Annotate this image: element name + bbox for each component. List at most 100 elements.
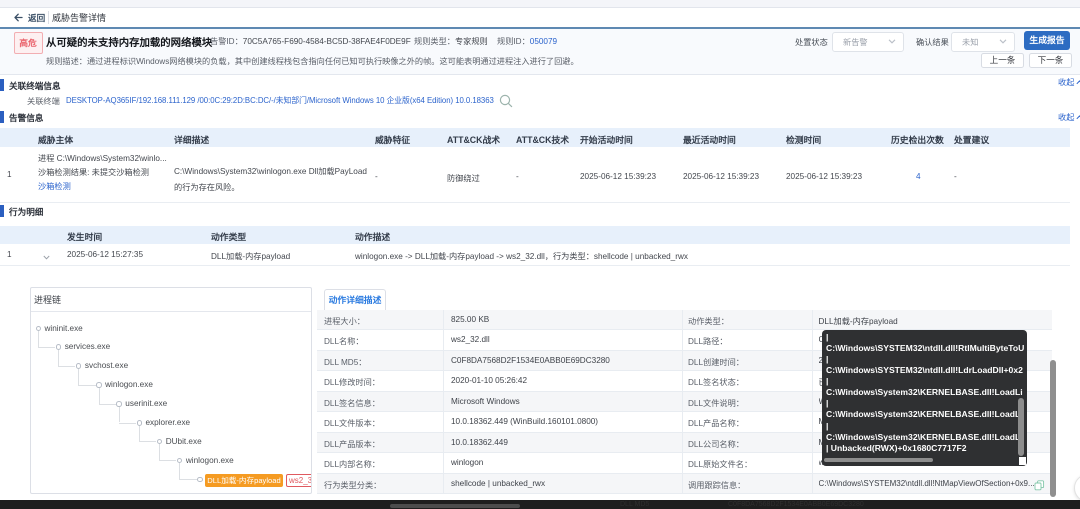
process-node-label[interactable]: wininit.exe: [45, 324, 83, 333]
callstack-line: C:\Windows\System32\KERNELBASE.dll!LoadL…: [826, 431, 1023, 442]
detail-label: 调用跟踪信息：: [688, 480, 746, 490]
alert-title-wrap: 从可疑的未支持内存加载的网络模块: [46, 34, 213, 49]
detail-row: 行为类型分类： shellcode | unbacked_rwx 调用跟踪信息：…: [317, 473, 1052, 494]
cell-action-desc: winlogon.exe -> DLL加载-内存payload -> ws2_3…: [355, 252, 688, 261]
confirm-result-select[interactable]: 未知: [951, 32, 1015, 52]
alert-collapse-link[interactable]: 收起: [1058, 112, 1080, 122]
confirm-result-value: 未知: [962, 37, 979, 47]
cell-start-time: 2025-06-12 15:39:23: [580, 172, 657, 181]
tree-connector: [78, 368, 80, 385]
row-index: 1: [7, 250, 12, 259]
search-icon[interactable]: [499, 94, 513, 108]
cell-detect-time: 2025-06-12 15:39:23: [786, 172, 863, 181]
bottom-scrollbar-thumb[interactable]: [390, 504, 520, 508]
callstack-line: |: [826, 398, 829, 409]
cell-divider: [443, 453, 444, 474]
rule-type-group: 规则类型： 专家规则: [414, 35, 488, 47]
process-node-icon: [197, 476, 203, 483]
detail-label: DLL名称：: [324, 337, 364, 347]
process-node-label[interactable]: explorer.exe: [146, 418, 191, 427]
alert-title: 从可疑的未支持内存加载的网络模块: [46, 37, 213, 49]
process-node-label[interactable]: userinit.exe: [125, 399, 167, 408]
rule-id-label: 规则ID：: [497, 37, 530, 46]
tree-connector: [179, 479, 197, 481]
callstack-lines: | C:\Windows\SYSTEM32\ntdll.dll!RtlMultiB…: [826, 332, 1027, 455]
chevron-down-icon: [888, 39, 896, 44]
cell-occur-time: 2025-06-12 15:27:35: [67, 250, 144, 259]
cell-divider: [682, 310, 683, 331]
callstack-line: C:\Windows\SYSTEM32\ntdll.dll!RtlMultiBy…: [826, 342, 1025, 353]
behavior-table-row[interactable]: 1 2025-06-12 15:27:35 DLL加载-内存payload wi…: [0, 244, 1070, 266]
tooltip-hscrollbar[interactable]: [824, 457, 933, 462]
terminal-collapse-link[interactable]: 收起: [1058, 77, 1080, 87]
process-node-label[interactable]: services.exe: [65, 342, 111, 351]
callstack-line: C:\Windows\System32\KERNELBASE.dll!LoadL…: [826, 409, 1023, 420]
detail-label: DLL修改时间：: [324, 378, 380, 388]
sandbox-detect-link[interactable]: 沙箱检测: [38, 180, 71, 192]
tree-connector: [139, 441, 157, 443]
next-alert-button[interactable]: 下一条: [1029, 53, 1072, 68]
tree-connector: [139, 425, 140, 442]
detail-value: shellcode | unbacked_rwx: [451, 478, 546, 488]
detail-value: winlogon: [451, 458, 484, 468]
tree-connector: [38, 331, 39, 347]
cell-divider: [682, 412, 683, 433]
severity-badge: 高危: [13, 32, 43, 54]
col-threat-subject: 威胁主体: [38, 135, 74, 145]
history-count-link[interactable]: 4: [916, 172, 921, 181]
cell-divider: [682, 350, 683, 372]
expand-row-icon[interactable]: [42, 255, 50, 260]
cell-divider: [682, 432, 683, 454]
tooltip-vscrollbar[interactable]: [1017, 398, 1024, 456]
detail-label: DLL公司名称：: [688, 439, 744, 449]
cell-divider: [443, 310, 444, 331]
cell-divider: [812, 473, 813, 494]
cell-divider: [443, 412, 444, 433]
dll-badge[interactable]: ws2_3: [286, 474, 311, 487]
alert-table-row[interactable]: 1 进程 C:\Windows\System32\winlo... 沙箱检测结果…: [0, 147, 1070, 203]
alert-id-value: 70C5A765-F690-4584-BC5D-38FAE4F0DE9F: [242, 36, 411, 46]
process-node-label[interactable]: winlogon.exe: [186, 456, 234, 465]
process-node-label[interactable]: winlogon.exe: [105, 380, 153, 389]
payload-badge[interactable]: DLL加载-内存payload: [205, 473, 283, 487]
alert-header-block: 高危 从可疑的未支持内存加载的网络模块 告警ID： 70C5A765-F690-…: [0, 29, 1080, 75]
scrollbar-thumb[interactable]: [1050, 360, 1056, 497]
subject-line1: 进程 C:\Windows\System32\winlo...: [38, 154, 167, 163]
tree-connector: [179, 463, 181, 480]
detail-label: DLL内部名称：: [324, 460, 380, 470]
ghost-text: C0F8DA7568D2F1534E0ABB0E69DC3280: [728, 501, 864, 508]
prev-alert-button[interactable]: 上一条: [981, 53, 1024, 68]
terminal-label: 关联终端: [27, 97, 60, 106]
process-node-label[interactable]: DUbit.exe: [166, 437, 202, 446]
detail-label: 行为类型分类：: [324, 480, 382, 490]
cell-divider: [682, 330, 683, 351]
terminal-link[interactable]: DESKTOP-AQ365IF/192.168.111.129 /00:0C:2…: [66, 95, 494, 106]
dispose-status-label: 处置状态: [795, 38, 828, 47]
back-button[interactable]: 返回: [14, 8, 45, 27]
copy-icon[interactable]: [1034, 480, 1045, 491]
rule-id-group: 规则ID： 050079: [497, 35, 557, 47]
tree-connector: [58, 349, 60, 366]
generate-report-button[interactable]: 生成报告: [1024, 31, 1070, 50]
col-history-count: 历史检出次数: [891, 135, 944, 145]
floating-button[interactable]: [1074, 474, 1080, 502]
detail-value: C:\Windows\SYSTEM32\ntdll.dll!NtMapViewO…: [818, 479, 1034, 489]
tree-connector: [159, 444, 161, 461]
cell-divider: [443, 350, 444, 372]
detail-value: Microsoft Windows: [451, 396, 520, 406]
cell-divider: [812, 391, 813, 413]
dispose-status-select[interactable]: 新告警: [832, 32, 904, 52]
row-index: 1: [7, 170, 12, 179]
terminal-section-title: 关联终端信息: [9, 81, 61, 91]
confirm-result-label: 确认结果: [916, 38, 949, 47]
rule-desc-group: 规则描述： 通过进程标识Windows网络模块的负载，其中创建线程栈包含指向任何…: [46, 55, 579, 67]
tab-action-detail[interactable]: 动作详细描述: [324, 289, 386, 311]
section-bar: [0, 79, 4, 91]
process-node-label[interactable]: svchost.exe: [85, 361, 128, 370]
collapse-label: 收起: [1058, 113, 1075, 122]
detail-value: 2020-01-10 05:26:42: [451, 376, 528, 386]
rule-desc-text: 通过进程标识Windows网络模块的负载，其中创建线程栈包含指向任何已知可执行映…: [86, 57, 579, 66]
section-bar: [0, 205, 4, 217]
rule-id-link[interactable]: 050079: [530, 37, 557, 46]
detail-label: DLL MD5：: [324, 357, 367, 367]
